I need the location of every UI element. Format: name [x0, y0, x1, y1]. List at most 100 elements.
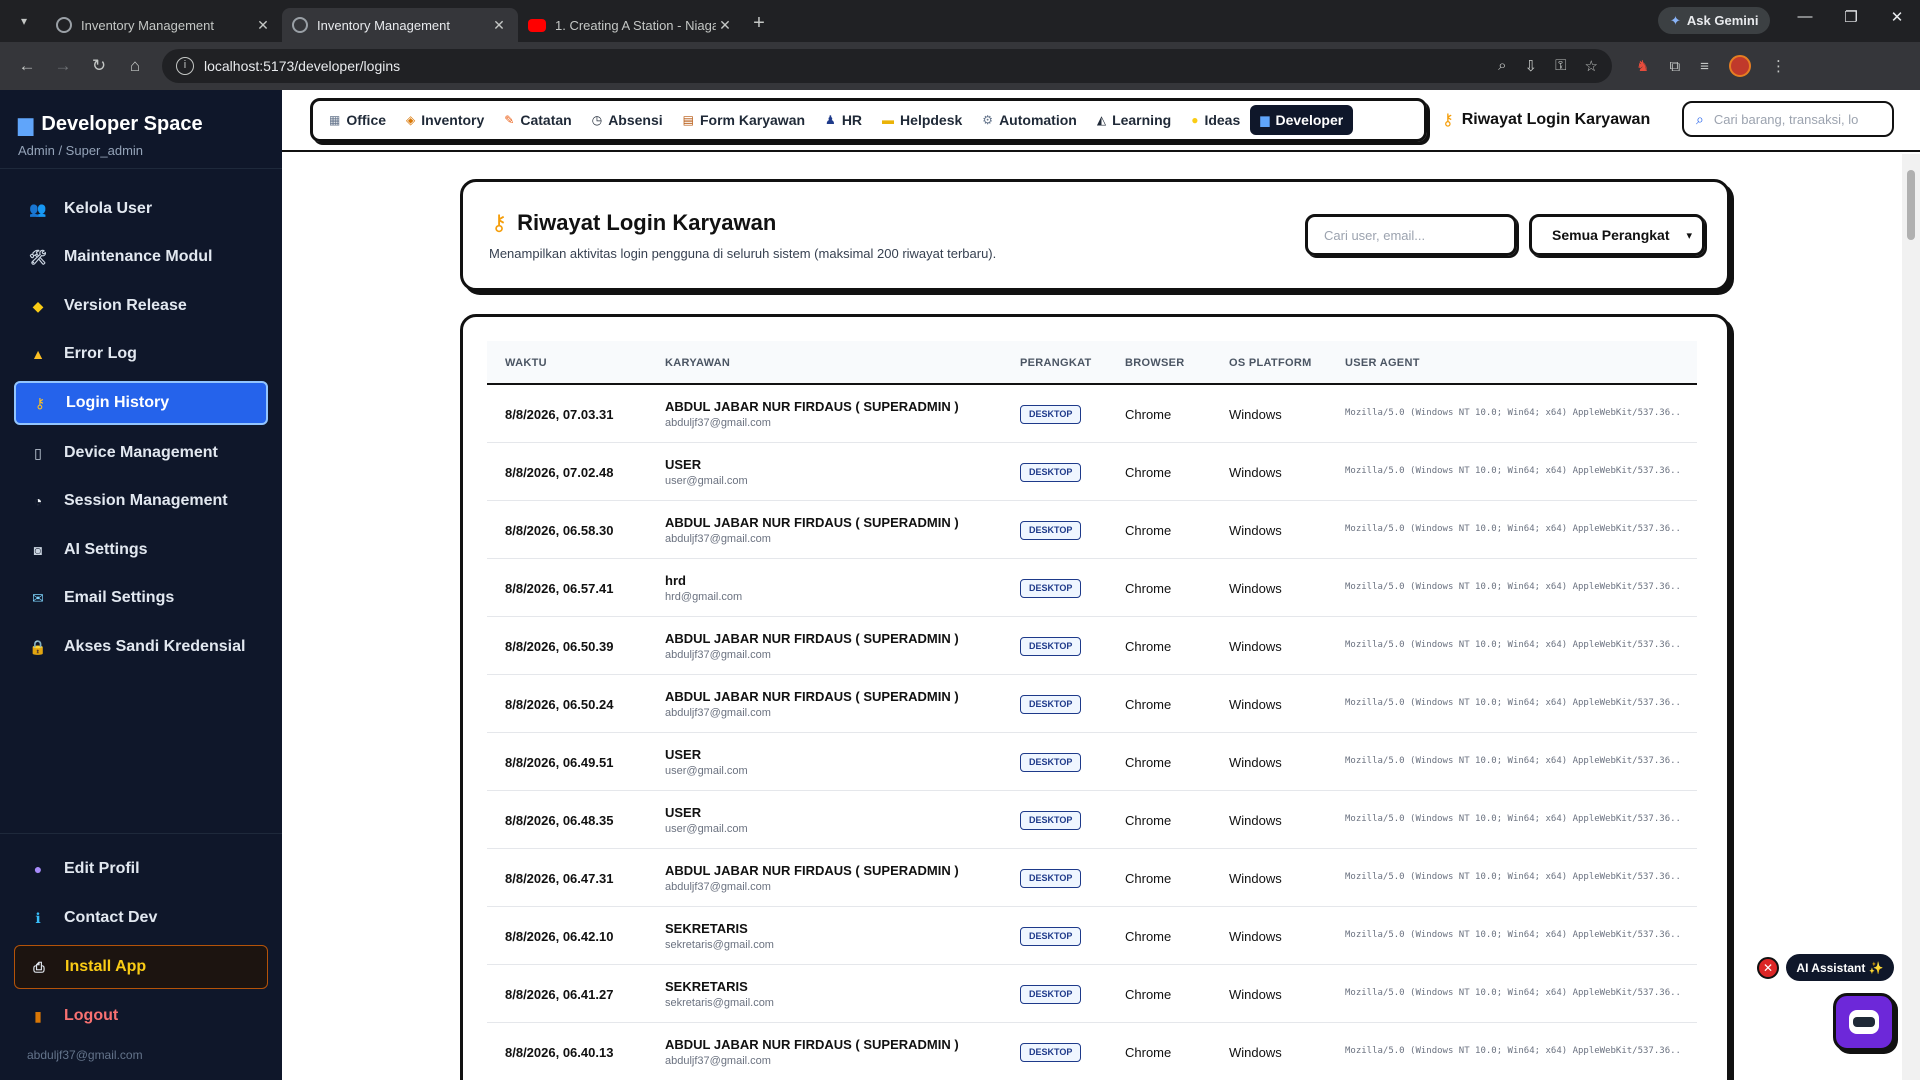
close-window-icon[interactable]: ✕	[1874, 8, 1920, 32]
sidebar-item-maintenance-modul[interactable]: 🛠 Maintenance Modul	[14, 235, 268, 279]
header-title: Riwayat Login Karyawan	[517, 210, 777, 235]
sidebar-item-email-settings[interactable]: ✉ Email Settings	[14, 576, 268, 620]
extension-brave-icon[interactable]: ♞	[1636, 57, 1649, 75]
os-cell: Windows	[1229, 407, 1282, 422]
sidebar-item-session-management[interactable]: ◔ Session Management	[14, 479, 268, 523]
forward-icon[interactable]: →	[46, 49, 80, 83]
tab-automation[interactable]: ⚙ Automation	[972, 105, 1087, 135]
password-key-icon[interactable]: ⚿	[1555, 57, 1566, 75]
key-icon: ⚷	[491, 210, 508, 235]
device-filter-select[interactable]: Semua Perangkat ▾	[1529, 214, 1705, 256]
tab-ideas[interactable]: ● Ideas	[1181, 105, 1250, 135]
minimize-icon[interactable]: —	[1782, 8, 1828, 32]
tab-inventory[interactable]: ◈ Inventory	[396, 105, 494, 135]
robot-icon: ◙	[33, 542, 43, 558]
extensions-puzzle-icon[interactable]: ⧉	[1669, 58, 1680, 75]
profile-avatar[interactable]	[1728, 55, 1751, 77]
close-tab-icon[interactable]: ✕	[490, 17, 508, 34]
tab-developer[interactable]: ▆ Developer	[1250, 105, 1354, 135]
tag-icon: ◆	[32, 297, 44, 314]
zoom-icon[interactable]: ⌕	[1498, 57, 1506, 75]
device-badge: DESKTOP	[1020, 985, 1082, 1004]
browser-cell: Chrome	[1125, 871, 1172, 886]
sidebar-item-error-log[interactable]: ▲ Error Log	[14, 332, 268, 376]
tab-learning[interactable]: ◭ Learning	[1087, 105, 1181, 135]
ai-assistant-label[interactable]: AI Assistant ✨	[1786, 954, 1894, 981]
sidebar-item-kelola-user[interactable]: 👥 Kelola User	[14, 187, 268, 231]
table-row: 8/8/2026, 06.57.41 hrd hrd@gmail.com DESKTO…	[487, 559, 1697, 617]
employee-email: abduljf37@gmail.com	[665, 533, 771, 545]
close-tab-icon[interactable]: ✕	[254, 17, 272, 34]
tab-absensi[interactable]: ◷ Absensi	[582, 105, 673, 135]
tab-hr[interactable]: ♟ HR	[815, 105, 872, 135]
employee-name: ABDUL JABAR NUR FIRDAUS ( SUPERADMIN )	[665, 399, 959, 414]
tab-form-karyawan[interactable]: ▤ Form Karyawan	[673, 105, 815, 135]
user-search-input[interactable]: Cari user, email...	[1305, 214, 1517, 256]
tab-label: Absensi	[608, 112, 663, 128]
login-table-card: WAKTU KARYAWAN PERANGKAT BROWSER OS PLAT…	[460, 314, 1730, 1080]
back-icon[interactable]: ←	[10, 49, 44, 83]
browser-tab[interactable]: 1. Creating A Station - Niagara ✕	[518, 8, 744, 42]
install-page-icon[interactable]: ⇩	[1525, 57, 1538, 75]
bookmark-star-icon[interactable]: ☆	[1585, 57, 1598, 75]
door-icon: ▮	[34, 1007, 42, 1024]
sidebar-item-ai-settings[interactable]: ◙ AI Settings	[14, 528, 268, 572]
sidebar-item-version-release[interactable]: ◆ Version Release	[14, 284, 268, 328]
page-title-text: Riwayat Login Karyawan	[1461, 111, 1651, 128]
key-icon: ⚷	[1442, 112, 1454, 129]
sidebar-item-contact-dev[interactable]: ℹ Contact Dev	[14, 896, 268, 940]
employee-name: USER	[665, 747, 702, 762]
sidebar-item-label: Maintenance Modul	[64, 248, 213, 265]
employee-name: USER	[665, 457, 702, 472]
page-scrollbar[interactable]	[1902, 154, 1920, 1080]
tab-office[interactable]: ▦ Office	[319, 105, 396, 135]
sidebar-item-label: Contact Dev	[64, 909, 158, 926]
os-cell: Windows	[1229, 813, 1282, 828]
ask-gemini-button[interactable]: ✦ Ask Gemini	[1658, 7, 1771, 34]
user-agent-cell: Mozilla/5.0 (Windows NT 10.0; Win64; x64…	[1345, 1046, 1679, 1056]
column-header: WAKTU	[505, 357, 547, 369]
column-header: KARYAWAN	[665, 357, 731, 369]
employee-email: abduljf37@gmail.com	[665, 1055, 771, 1067]
tab-title: 1. Creating A Station - Niagara	[555, 17, 716, 33]
user-agent-cell: Mozilla/5.0 (Windows NT 10.0; Win64; x64…	[1345, 930, 1679, 940]
ai-assistant-button[interactable]	[1833, 993, 1895, 1051]
address-bar[interactable]: i localhost:5173/developer/logins ⌕ ⇩ ⚿ …	[162, 49, 1612, 83]
sidebar-item-edit-profil[interactable]: ● Edit Profil	[14, 847, 268, 891]
clipboard-icon: ▤	[682, 113, 694, 127]
reading-list-icon[interactable]: ≡	[1700, 58, 1709, 75]
sidebar-item-login-history[interactable]: ⚷ Login History	[14, 381, 268, 425]
clock-icon: ◷	[591, 113, 603, 127]
new-tab-button[interactable]: +	[744, 8, 774, 38]
close-assistant-icon[interactable]: ✕	[1757, 957, 1779, 979]
table-row: 8/8/2026, 07.02.48 USER user@gmail.com DESK…	[487, 443, 1697, 501]
browser-tab-active[interactable]: Inventory Management ✕	[282, 8, 518, 42]
browser-cell: Chrome	[1125, 465, 1172, 480]
browser-tab[interactable]: Inventory Management ✕	[46, 8, 282, 42]
tab-catatan[interactable]: ✎ Catatan	[494, 105, 581, 135]
bulb-icon: ●	[1191, 113, 1199, 127]
close-tab-icon[interactable]: ✕	[716, 17, 734, 34]
site-info-icon[interactable]: i	[176, 57, 194, 75]
os-cell: Windows	[1229, 639, 1282, 654]
employee-name: ABDUL JABAR NUR FIRDAUS ( SUPERADMIN )	[665, 515, 959, 530]
reload-icon[interactable]: ↻	[82, 49, 116, 83]
global-search-input[interactable]: ⌕ Cari barang, transaksi, lo	[1682, 101, 1894, 137]
employee-email: abduljf37@gmail.com	[665, 881, 771, 893]
tab-helpdesk[interactable]: ▬ Helpdesk	[872, 105, 972, 135]
tab-search-icon[interactable]: ▾	[10, 7, 38, 35]
column-header: USER AGENT	[1345, 357, 1420, 369]
employee-name: SEKRETARIS	[665, 921, 748, 936]
install-app-button[interactable]: ⎙ Install App	[14, 945, 268, 989]
menu-kebab-icon[interactable]: ⋮	[1771, 57, 1786, 75]
scrollbar-thumb[interactable]	[1907, 170, 1915, 240]
sidebar-item-akses-sandi[interactable]: 🔒 Akses Sandi Kredensial	[14, 625, 268, 669]
employee-email: abduljf37@gmail.com	[665, 649, 771, 661]
user-agent-cell: Mozilla/5.0 (Windows NT 10.0; Win64; x64…	[1345, 524, 1679, 534]
home-icon[interactable]: ⌂	[118, 49, 152, 83]
device-badge: DESKTOP	[1020, 405, 1082, 424]
logout-button[interactable]: ▮ Logout	[14, 994, 268, 1038]
email-icon: ✉	[32, 589, 44, 606]
sidebar-item-device-management[interactable]: ▯ Device Management	[14, 431, 268, 475]
restore-icon[interactable]: ❐	[1828, 8, 1874, 32]
